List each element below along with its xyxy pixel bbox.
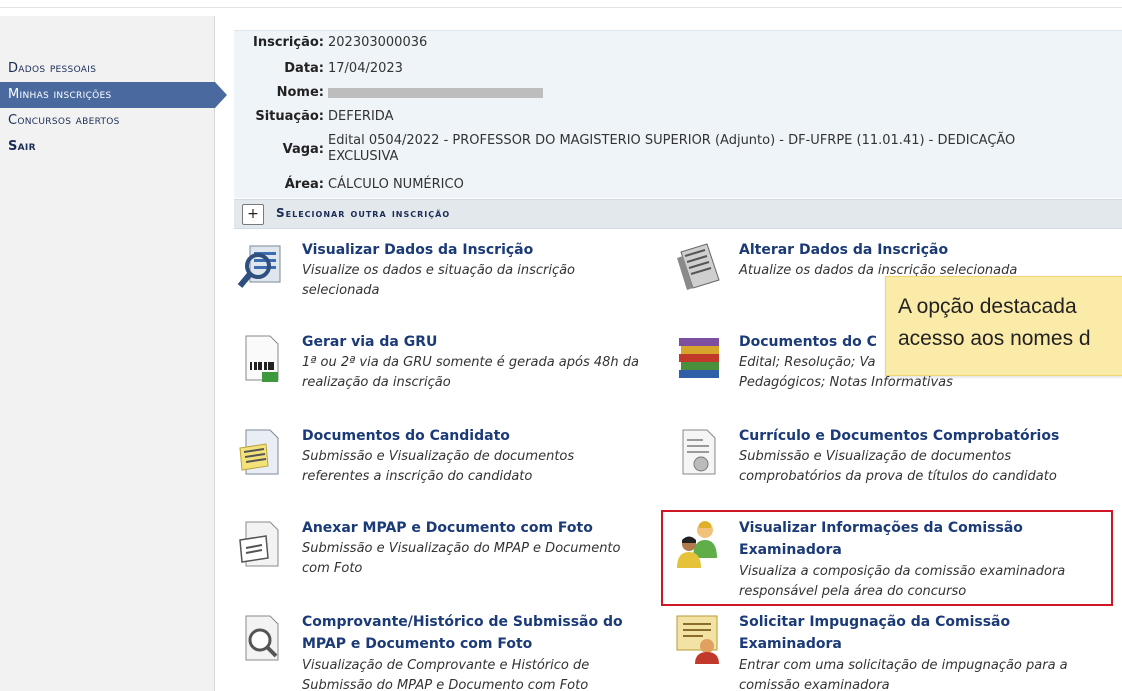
document-note-icon <box>239 429 279 475</box>
search-document-icon <box>245 615 279 661</box>
barcode-document-icon <box>245 335 279 382</box>
situacao-row: Situação: DEFERIDA <box>234 109 393 124</box>
option-title[interactable]: Anexar MPAP e Documento com Foto <box>302 518 662 538</box>
option-title[interactable]: Documentos do Candidato <box>302 426 662 446</box>
tooltip-line1: A opção destacada <box>898 295 1077 318</box>
certificate-document-icon <box>682 429 716 475</box>
vaga-row: Vaga: Edital 0504/2022 - PROFESSOR DO MA… <box>234 133 1016 165</box>
option-desc-line2: com Foto <box>302 561 363 576</box>
option-desc-line1: Visualize os dados e situação da inscriç… <box>302 263 576 278</box>
sidebar-item-concursos-abertos[interactable]: Concursos abertos <box>0 108 215 134</box>
option-desc-line1: Submissão e Visualização de documentos <box>302 449 575 464</box>
inscricao-row: Inscrição: 202303000036 <box>234 35 427 50</box>
vaga-value-line2: EXCLUSIVA <box>328 149 399 164</box>
magnifier-data-icon <box>237 245 281 288</box>
sidebar-item-sair[interactable]: Sair <box>0 134 215 160</box>
sidebar-item-minhas-inscricoes[interactable]: Minhas inscrições <box>0 82 227 108</box>
option-desc-line2: comissão examinadora <box>739 678 890 691</box>
tooltip-line2: acesso aos nomes d <box>898 327 1091 350</box>
option-desc-line2: realização da inscrição <box>302 375 451 390</box>
area-label: Área: <box>284 177 324 192</box>
option-desc-line1: Entrar com uma solicitação de impugnação… <box>739 658 1068 673</box>
option-title-line2[interactable]: Examinadora <box>739 634 1099 654</box>
data-value: 17/04/2023 <box>328 61 403 76</box>
edit-document-icon <box>677 243 720 290</box>
sidebar-item-dados-pessoais[interactable]: Dados pessoais <box>0 56 215 82</box>
vaga-label: Vaga: <box>282 142 324 157</box>
option-desc-line2: referentes a inscrição do candidato <box>302 469 533 484</box>
data-row: Data: 17/04/2023 <box>234 61 403 76</box>
option-title[interactable]: Gerar via da GRU <box>302 332 662 352</box>
area-row: Área: CÁLCULO NUMÉRICO <box>234 177 464 192</box>
nome-label: Nome: <box>276 85 324 100</box>
top-bar <box>0 0 1122 8</box>
select-other-link[interactable]: Selecionar outra inscrição <box>276 206 450 220</box>
expand-button[interactable]: + <box>242 204 264 225</box>
option-title[interactable]: Alterar Dados da Inscrição <box>739 240 1099 260</box>
inscription-details: Inscrição: 202303000036 Data: 17/04/2023… <box>234 30 1122 198</box>
option-desc-line2: Pedagógicos; Notas Informativas <box>739 375 953 390</box>
select-other-bar: + Selecionar outra inscrição <box>234 199 1122 229</box>
tooltip-callout: A opção destacada acesso aos nomes d <box>885 276 1122 376</box>
option-desc-line2: Submissão do MPAP e Documento com Foto <box>302 678 589 691</box>
certificate-person-icon <box>676 615 719 664</box>
option-title[interactable]: Solicitar Impugnação da Comissão <box>739 612 1099 632</box>
option-desc-line1: Submissão e Visualização de documentos <box>739 449 1012 464</box>
option-title[interactable]: Currículo e Documentos Comprobatórios <box>739 426 1099 446</box>
nome-row: Nome: <box>234 85 543 102</box>
option-title-line2[interactable]: MPAP e Documento com Foto <box>302 634 662 654</box>
option-desc-line1: Visualização de Comprovante e Histórico … <box>302 658 590 673</box>
situacao-value: DEFERIDA <box>328 109 394 124</box>
highlight-box <box>661 510 1113 606</box>
data-label: Data: <box>284 61 324 76</box>
sidebar-menu: Dados pessoais Minhas inscrições Concurs… <box>0 56 227 160</box>
vaga-value-line1: Edital 0504/2022 - PROFESSOR DO MAGISTER… <box>328 133 1016 148</box>
inscricao-value: 202303000036 <box>328 35 428 50</box>
option-title[interactable]: Visualizar Dados da Inscrição <box>302 240 662 260</box>
option-desc-line1: Submissão e Visualização do MPAP e Docum… <box>302 541 621 556</box>
nome-redacted <box>328 88 543 98</box>
option-desc-line1: 1ª ou 2ª via da GRU somente é gerada apó… <box>302 355 639 370</box>
sidebar: Dados pessoais Minhas inscrições Concurs… <box>0 16 227 691</box>
attach-document-icon <box>239 521 279 567</box>
books-icon <box>679 338 719 378</box>
option-desc-line2: comprobatórios da prova de títulos do ca… <box>739 469 1057 484</box>
option-desc-line2: selecionada <box>302 283 380 298</box>
area-value: CÁLCULO NUMÉRICO <box>328 177 464 192</box>
inscricao-label: Inscrição: <box>252 35 324 50</box>
situacao-label: Situação: <box>255 109 324 124</box>
option-title[interactable]: Comprovante/Histórico de Submissão do <box>302 612 662 632</box>
